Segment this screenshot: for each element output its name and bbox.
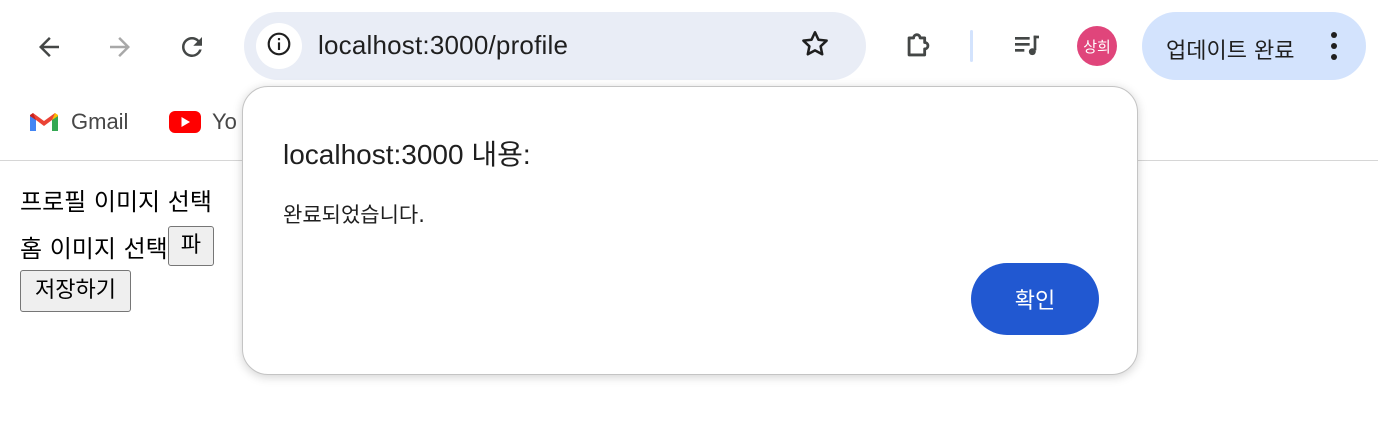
bookmark-label: Gmail: [71, 109, 129, 134]
dialog-title: localhost:3000 내용:: [283, 139, 531, 170]
reload-icon: [177, 32, 207, 62]
home-image-file-button[interactable]: 파: [167, 226, 214, 266]
profile-image-label: 프로필 이미지 선택: [20, 187, 212, 216]
profile-avatar[interactable]: 상희: [1077, 26, 1117, 66]
bookmark-gmail[interactable]: Gmail: [27, 106, 128, 138]
url-text[interactable]: localhost:3000/profile: [318, 30, 568, 61]
site-info-button[interactable]: [256, 23, 302, 69]
save-button[interactable]: 저장하기: [20, 270, 131, 312]
youtube-icon: [168, 110, 202, 134]
reload-button[interactable]: [169, 24, 215, 70]
bookmark-star-button[interactable]: [797, 28, 833, 64]
home-image-label: 홈 이미지 선택: [20, 234, 168, 263]
browser-toolbar: localhost:3000/profile 상희 업데이트 완료: [0, 0, 1378, 92]
gmail-icon: [27, 110, 61, 134]
home-image-row: 홈 이미지 선택 파: [20, 225, 214, 267]
back-arrow-icon: [34, 32, 64, 62]
ok-button[interactable]: 확인: [971, 263, 1099, 335]
puzzle-icon: [902, 28, 936, 66]
vertical-dots-icon[interactable]: [1322, 28, 1346, 64]
back-button[interactable]: [26, 24, 72, 70]
toolbar-divider: [970, 30, 973, 62]
bookmark-youtube[interactable]: Yo: [168, 106, 237, 138]
update-label: 업데이트 완료: [1166, 39, 1295, 64]
bookmark-label: Yo: [212, 109, 237, 134]
save-row: 저장하기: [20, 269, 131, 313]
extensions-button[interactable]: [896, 24, 942, 70]
forward-button[interactable]: [97, 24, 143, 70]
info-icon: [266, 31, 292, 61]
media-controls-button[interactable]: [1004, 24, 1050, 70]
address-bar[interactable]: localhost:3000/profile: [244, 12, 866, 80]
update-button[interactable]: 업데이트 완료: [1142, 12, 1366, 80]
alert-dialog: localhost:3000 내용: 완료되었습니다. 확인: [242, 86, 1138, 375]
forward-arrow-icon: [105, 32, 135, 62]
media-playlist-icon: [1011, 29, 1043, 65]
dialog-message: 완료되었습니다.: [283, 203, 425, 227]
star-icon: [799, 28, 831, 64]
profile-image-row: 프로필 이미지 선택: [20, 183, 212, 216]
